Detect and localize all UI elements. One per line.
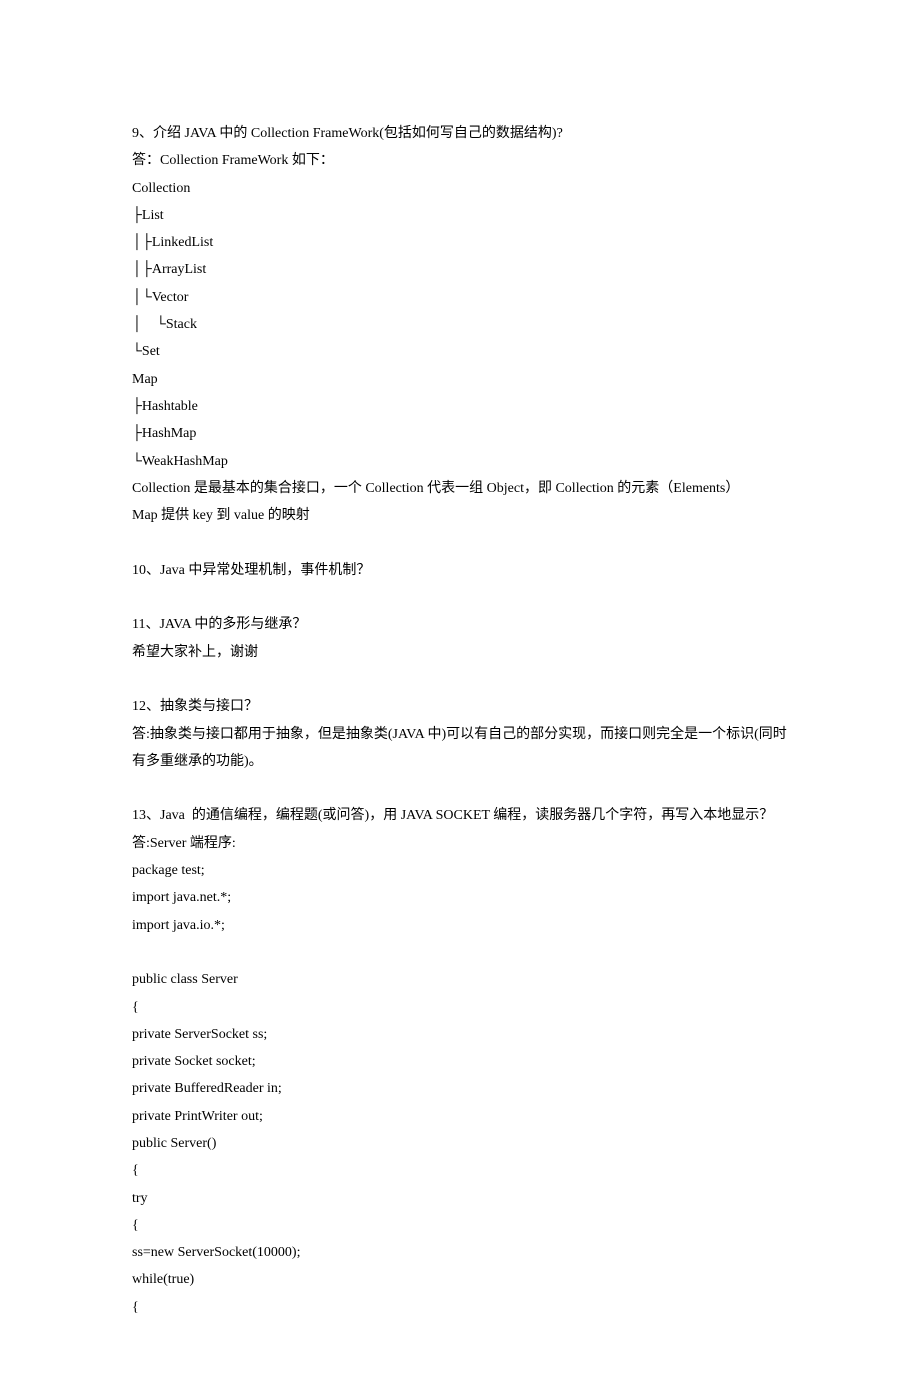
line: 11、JAVA 中的多形与继承？ bbox=[132, 611, 788, 638]
line: public Server() bbox=[132, 1130, 788, 1157]
line: 希望大家补上，谢谢 bbox=[132, 639, 788, 666]
line: private ServerSocket ss; bbox=[132, 1021, 788, 1048]
line: ├HashMap bbox=[132, 420, 788, 447]
line: private BufferedReader in; bbox=[132, 1075, 788, 1102]
line: { bbox=[132, 1157, 788, 1184]
line: │├LinkedList bbox=[132, 229, 788, 256]
line: ├List bbox=[132, 202, 788, 229]
blank-line bbox=[132, 584, 788, 611]
blank-line bbox=[132, 666, 788, 693]
line: 答：Collection FrameWork 如下： bbox=[132, 147, 788, 174]
line: while(true) bbox=[132, 1266, 788, 1293]
line: import java.io.*; bbox=[132, 912, 788, 939]
line: Map bbox=[132, 366, 788, 393]
line: 答:Server 端程序: bbox=[132, 830, 788, 857]
line: package test; bbox=[132, 857, 788, 884]
line: └WeakHashMap bbox=[132, 448, 788, 475]
blank-line bbox=[132, 939, 788, 966]
line: Collection 是最基本的集合接口，一个 Collection 代表一组 … bbox=[132, 475, 788, 502]
blank-line bbox=[132, 775, 788, 802]
line: { bbox=[132, 994, 788, 1021]
line: │└Vector bbox=[132, 284, 788, 311]
line: 13、Java 的通信编程，编程题(或问答)，用 JAVA SOCKET 编程，… bbox=[132, 802, 788, 829]
line: 12、抽象类与接口？ bbox=[132, 693, 788, 720]
line: │ └Stack bbox=[132, 311, 788, 338]
line: 10、Java 中异常处理机制，事件机制？ bbox=[132, 557, 788, 584]
line: private Socket socket; bbox=[132, 1048, 788, 1075]
line: { bbox=[132, 1294, 788, 1321]
line: import java.net.*; bbox=[132, 884, 788, 911]
line: └Set bbox=[132, 338, 788, 365]
line: try bbox=[132, 1185, 788, 1212]
line: { bbox=[132, 1212, 788, 1239]
line: 9、介绍 JAVA 中的 Collection FrameWork(包括如何写自… bbox=[132, 120, 788, 147]
line: private PrintWriter out; bbox=[132, 1103, 788, 1130]
line: Collection bbox=[132, 175, 788, 202]
line: public class Server bbox=[132, 966, 788, 993]
line: ss=new ServerSocket(10000); bbox=[132, 1239, 788, 1266]
line: │├ArrayList bbox=[132, 256, 788, 283]
line: ├Hashtable bbox=[132, 393, 788, 420]
blank-line bbox=[132, 529, 788, 556]
line: Map 提供 key 到 value 的映射 bbox=[132, 502, 788, 529]
line: 答:抽象类与接口都用于抽象，但是抽象类(JAVA 中)可以有自己的部分实现，而接… bbox=[132, 721, 788, 776]
